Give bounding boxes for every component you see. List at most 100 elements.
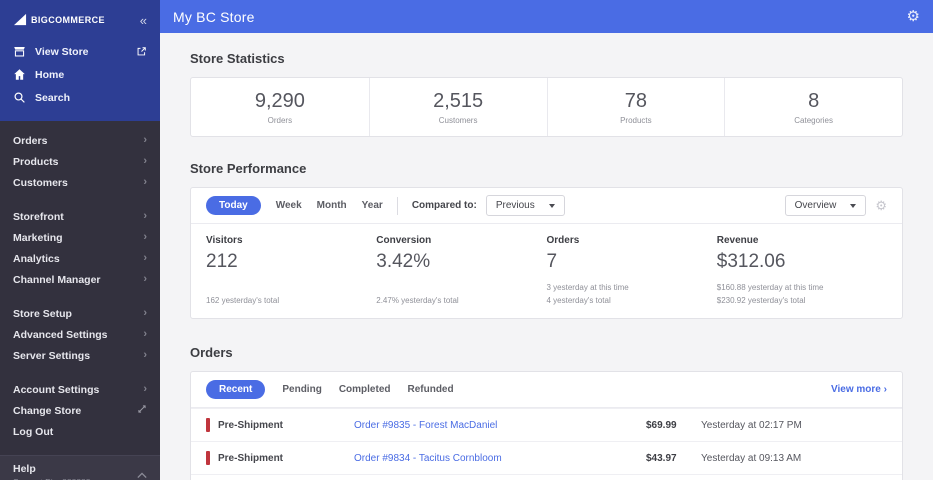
logo-text: BIGCOMMERCE (31, 15, 105, 25)
caret-down-icon (548, 203, 555, 208)
order-row[interactable]: Completed Order #9833 - Robert Robertson… (191, 474, 902, 480)
collapse-sidebar-icon[interactable]: « (140, 14, 147, 27)
sidebar-item-advanced-settings[interactable]: Advanced Settings › (0, 324, 160, 345)
status-label: Pre-Shipment (218, 419, 284, 431)
tab-month[interactable]: Month (317, 200, 347, 211)
help-text-block: Help Support Pin: 888888 (13, 463, 91, 480)
sidebar-item-channel-manager[interactable]: Channel Manager › (0, 269, 160, 290)
sidebar-item-label: Analytics (13, 252, 60, 265)
sidebar-item-customers[interactable]: Customers › (0, 172, 160, 193)
metric-notes: $160.88 yesterday at this time $230.92 y… (717, 279, 887, 305)
sidebar-item-storefront[interactable]: Storefront › (0, 206, 160, 227)
sidebar-item-log-out[interactable]: Log Out (0, 421, 160, 442)
sidebar-item-label: Account Settings (13, 383, 100, 396)
stat-value: 78 (624, 89, 647, 112)
sidebar-item-change-store[interactable]: Change Store (0, 400, 160, 421)
switch-store-icon (137, 404, 147, 417)
sail-icon (13, 13, 28, 28)
view-mode-value: Overview (794, 200, 837, 211)
store-performance-heading: Store Performance (190, 161, 307, 176)
metric-notes: 162 yesterday's total (206, 279, 376, 305)
logo-row: BIGCOMMERCE « (0, 0, 160, 40)
content-area: Store Statistics 9,290 Orders 2,515 Cust… (160, 33, 933, 480)
sidebar-item-search[interactable]: Search (0, 86, 160, 109)
order-time: Yesterday at 09:13 AM (701, 452, 802, 464)
sidebar-item-view-store[interactable]: View Store (0, 40, 160, 63)
order-link[interactable]: Order #9834 - Tacitus Cornbloom (354, 453, 646, 464)
tab-pending[interactable]: Pending (282, 384, 321, 395)
nav-group-account: Account Settings › Change Store Log Out (0, 379, 160, 442)
stat-label: Orders (267, 115, 293, 125)
chevron-right-icon: › (143, 328, 147, 340)
status-bar-icon (206, 418, 210, 432)
store-performance-card: Today Week Month Year Compared to: Previ… (190, 187, 903, 319)
compared-to-value: Previous (495, 200, 535, 211)
bigcommerce-logo[interactable]: BIGCOMMERCE (13, 13, 105, 28)
chevron-right-icon: › (143, 273, 147, 285)
store-statistics-card: 9,290 Orders 2,515 Customers 78 Products… (190, 77, 903, 137)
nav-group-commerce: Orders › Products › Customers › (0, 130, 160, 193)
stat-value: 9,290 (254, 89, 305, 112)
view-more-link[interactable]: View more › (831, 384, 887, 395)
sidebar-help[interactable]: Help Support Pin: 888888 (0, 455, 160, 480)
metric-orders: Orders 7 3 yesterday at this time 4 yest… (547, 235, 717, 305)
chevron-right-icon: › (143, 134, 147, 146)
tab-week[interactable]: Week (276, 200, 302, 211)
stat-label: Products (620, 115, 652, 125)
sidebar-item-store-setup[interactable]: Store Setup › (0, 303, 160, 324)
sidebar-item-orders[interactable]: Orders › (0, 130, 160, 151)
chevron-right-icon: › (143, 210, 147, 222)
metric-value: 3.42% (376, 251, 431, 272)
stat-value: 8 (808, 89, 820, 112)
tab-year[interactable]: Year (362, 200, 383, 211)
compared-to-select[interactable]: Previous (485, 195, 565, 216)
tab-completed[interactable]: Completed (339, 384, 391, 395)
sidebar-item-label: Server Settings (13, 349, 91, 362)
main-area: My BC Store ⚙ Store Statistics 9,290 Ord… (160, 0, 933, 480)
stat-customers: 2,515 Customers (368, 78, 547, 136)
tab-today[interactable]: Today (206, 196, 261, 215)
external-link-icon (136, 46, 147, 57)
chevron-right-icon: › (143, 176, 147, 188)
sidebar-item-products[interactable]: Products › (0, 151, 160, 172)
performance-settings-gear-icon[interactable]: ⚙ (875, 199, 887, 212)
tab-refunded[interactable]: Refunded (407, 384, 453, 395)
orders-card: Recent Pending Completed Refunded View m… (190, 371, 903, 480)
chevron-right-icon: › (143, 231, 147, 243)
sidebar-item-label: Change Store (13, 404, 82, 417)
status-label: Pre-Shipment (218, 452, 284, 464)
chevron-right-icon: › (883, 384, 887, 395)
metric-conversion: Conversion 3.42% 2.47% yesterday's total (376, 235, 546, 305)
sidebar-item-marketing[interactable]: Marketing › (0, 227, 160, 248)
sidebar-item-label: Search (35, 91, 71, 104)
app-window: BIGCOMMERCE « View Store Home Search Ord… (0, 0, 933, 480)
compared-to-label: Compared to: (411, 200, 477, 211)
sidebar-item-label: Log Out (13, 425, 54, 438)
view-more-label: View more (831, 384, 881, 395)
home-icon (13, 68, 26, 81)
chevron-right-icon: › (143, 307, 147, 319)
nav-group-settings: Store Setup › Advanced Settings › Server… (0, 303, 160, 366)
metric-value: 7 (546, 251, 558, 272)
sidebar-item-server-settings[interactable]: Server Settings › (0, 345, 160, 366)
help-title: Help (13, 463, 36, 475)
stat-orders: 9,290 Orders (191, 78, 369, 136)
sidebar-item-home[interactable]: Home (0, 63, 160, 86)
sidebar-item-label: Products (13, 155, 59, 168)
sidebar-item-label: View Store (35, 45, 89, 58)
performance-metrics: Visitors 212 162 yesterday's total Conve… (191, 224, 902, 318)
sidebar-nav: Orders › Products › Customers › Storefro… (0, 121, 160, 455)
metric-revenue: Revenue $312.06 $160.88 yesterday at thi… (717, 235, 887, 305)
order-row[interactable]: Pre-Shipment Order #9834 - Tacitus Cornb… (191, 441, 902, 474)
store-settings-gear-icon[interactable]: ⚙ (907, 9, 920, 24)
chevron-right-icon: › (143, 252, 147, 264)
view-mode-select[interactable]: Overview (784, 195, 867, 216)
order-link[interactable]: Order #9835 - Forest MacDaniel (354, 420, 646, 431)
sidebar-item-label: Customers (13, 176, 68, 189)
order-row[interactable]: Pre-Shipment Order #9835 - Forest MacDan… (191, 408, 902, 441)
sidebar-item-analytics[interactable]: Analytics › (0, 248, 160, 269)
order-status: Pre-Shipment (206, 451, 354, 465)
sidebar-item-label: Advanced Settings (13, 328, 108, 341)
sidebar-item-account-settings[interactable]: Account Settings › (0, 379, 160, 400)
tab-recent[interactable]: Recent (206, 380, 266, 399)
